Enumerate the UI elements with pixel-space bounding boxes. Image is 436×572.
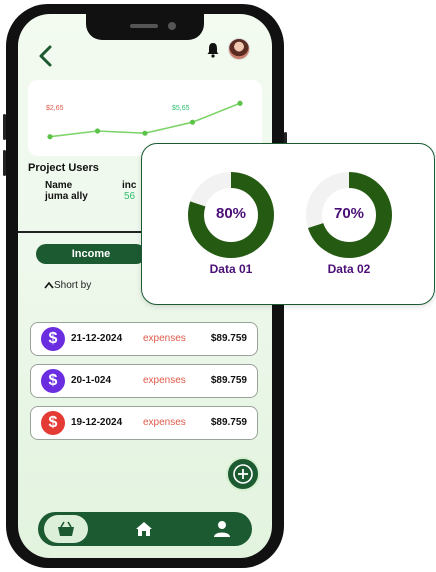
transaction-date: 19-12-2024 <box>71 417 123 428</box>
dollar-icon: $ <box>41 369 65 393</box>
data-point <box>189 119 196 125</box>
section-title: Project Users <box>28 162 99 174</box>
notch <box>86 14 204 40</box>
price-label: $5,65 <box>172 105 190 112</box>
camera <box>168 22 176 30</box>
add-button[interactable] <box>226 457 260 491</box>
column-header-income: inc <box>122 180 137 191</box>
volume-button <box>3 114 6 140</box>
speaker <box>130 24 158 28</box>
sort-by-toggle[interactable]: Short by <box>44 280 91 291</box>
transaction-amount: $89.759 <box>210 417 247 428</box>
data-point <box>94 128 101 134</box>
chevron-up-icon <box>44 282 54 289</box>
transaction-type: expenses <box>143 375 186 386</box>
plus-circle-icon <box>233 464 253 484</box>
avatar[interactable] <box>228 38 250 60</box>
column-header-name: Name <box>45 180 73 191</box>
transaction-type: expenses <box>143 417 186 428</box>
user-icon <box>214 521 230 537</box>
donut-label: Data 02 <box>327 262 371 276</box>
stats-card: 80% Data 01 70% Data 02 <box>141 143 435 305</box>
nav-basket[interactable] <box>44 515 88 543</box>
income-button[interactable]: Income <box>36 244 146 264</box>
transaction-item[interactable]: $ 19-12-2024 expenses $89.759 <box>30 406 258 440</box>
volume-button <box>3 150 6 176</box>
transaction-date: 21-12-2024 <box>71 333 123 344</box>
user-name: juma ally <box>45 191 88 202</box>
bell-icon[interactable] <box>206 42 220 58</box>
basket-icon <box>58 521 74 536</box>
dollar-icon: $ <box>41 411 65 435</box>
data-point <box>47 134 53 140</box>
nav-profile[interactable] <box>200 515 244 543</box>
donut-label: Data 01 <box>209 262 253 276</box>
dollar-icon: $ <box>41 327 65 351</box>
transaction-item[interactable]: $ 21-12-2024 expenses $89.759 <box>30 322 258 356</box>
data-point <box>142 130 148 136</box>
nav-home[interactable] <box>122 515 166 543</box>
user-income: 56 <box>124 191 136 202</box>
transaction-amount: $89.759 <box>210 375 247 386</box>
sort-by-label: Short by <box>54 280 92 291</box>
donut-percent: 70% <box>333 205 365 222</box>
home-icon <box>136 522 152 536</box>
price-label: $2,65 <box>46 105 64 112</box>
donut-percent: 80% <box>215 205 247 222</box>
transaction-amount: $89.759 <box>210 333 247 344</box>
transaction-type: expenses <box>143 333 186 344</box>
back-arrow-icon[interactable] <box>36 44 56 68</box>
transaction-date: 20-1-024 <box>71 375 112 386</box>
bottom-nav <box>38 512 252 546</box>
data-point <box>237 100 243 106</box>
transaction-item[interactable]: $ 20-1-024 expenses $89.759 <box>30 364 258 398</box>
